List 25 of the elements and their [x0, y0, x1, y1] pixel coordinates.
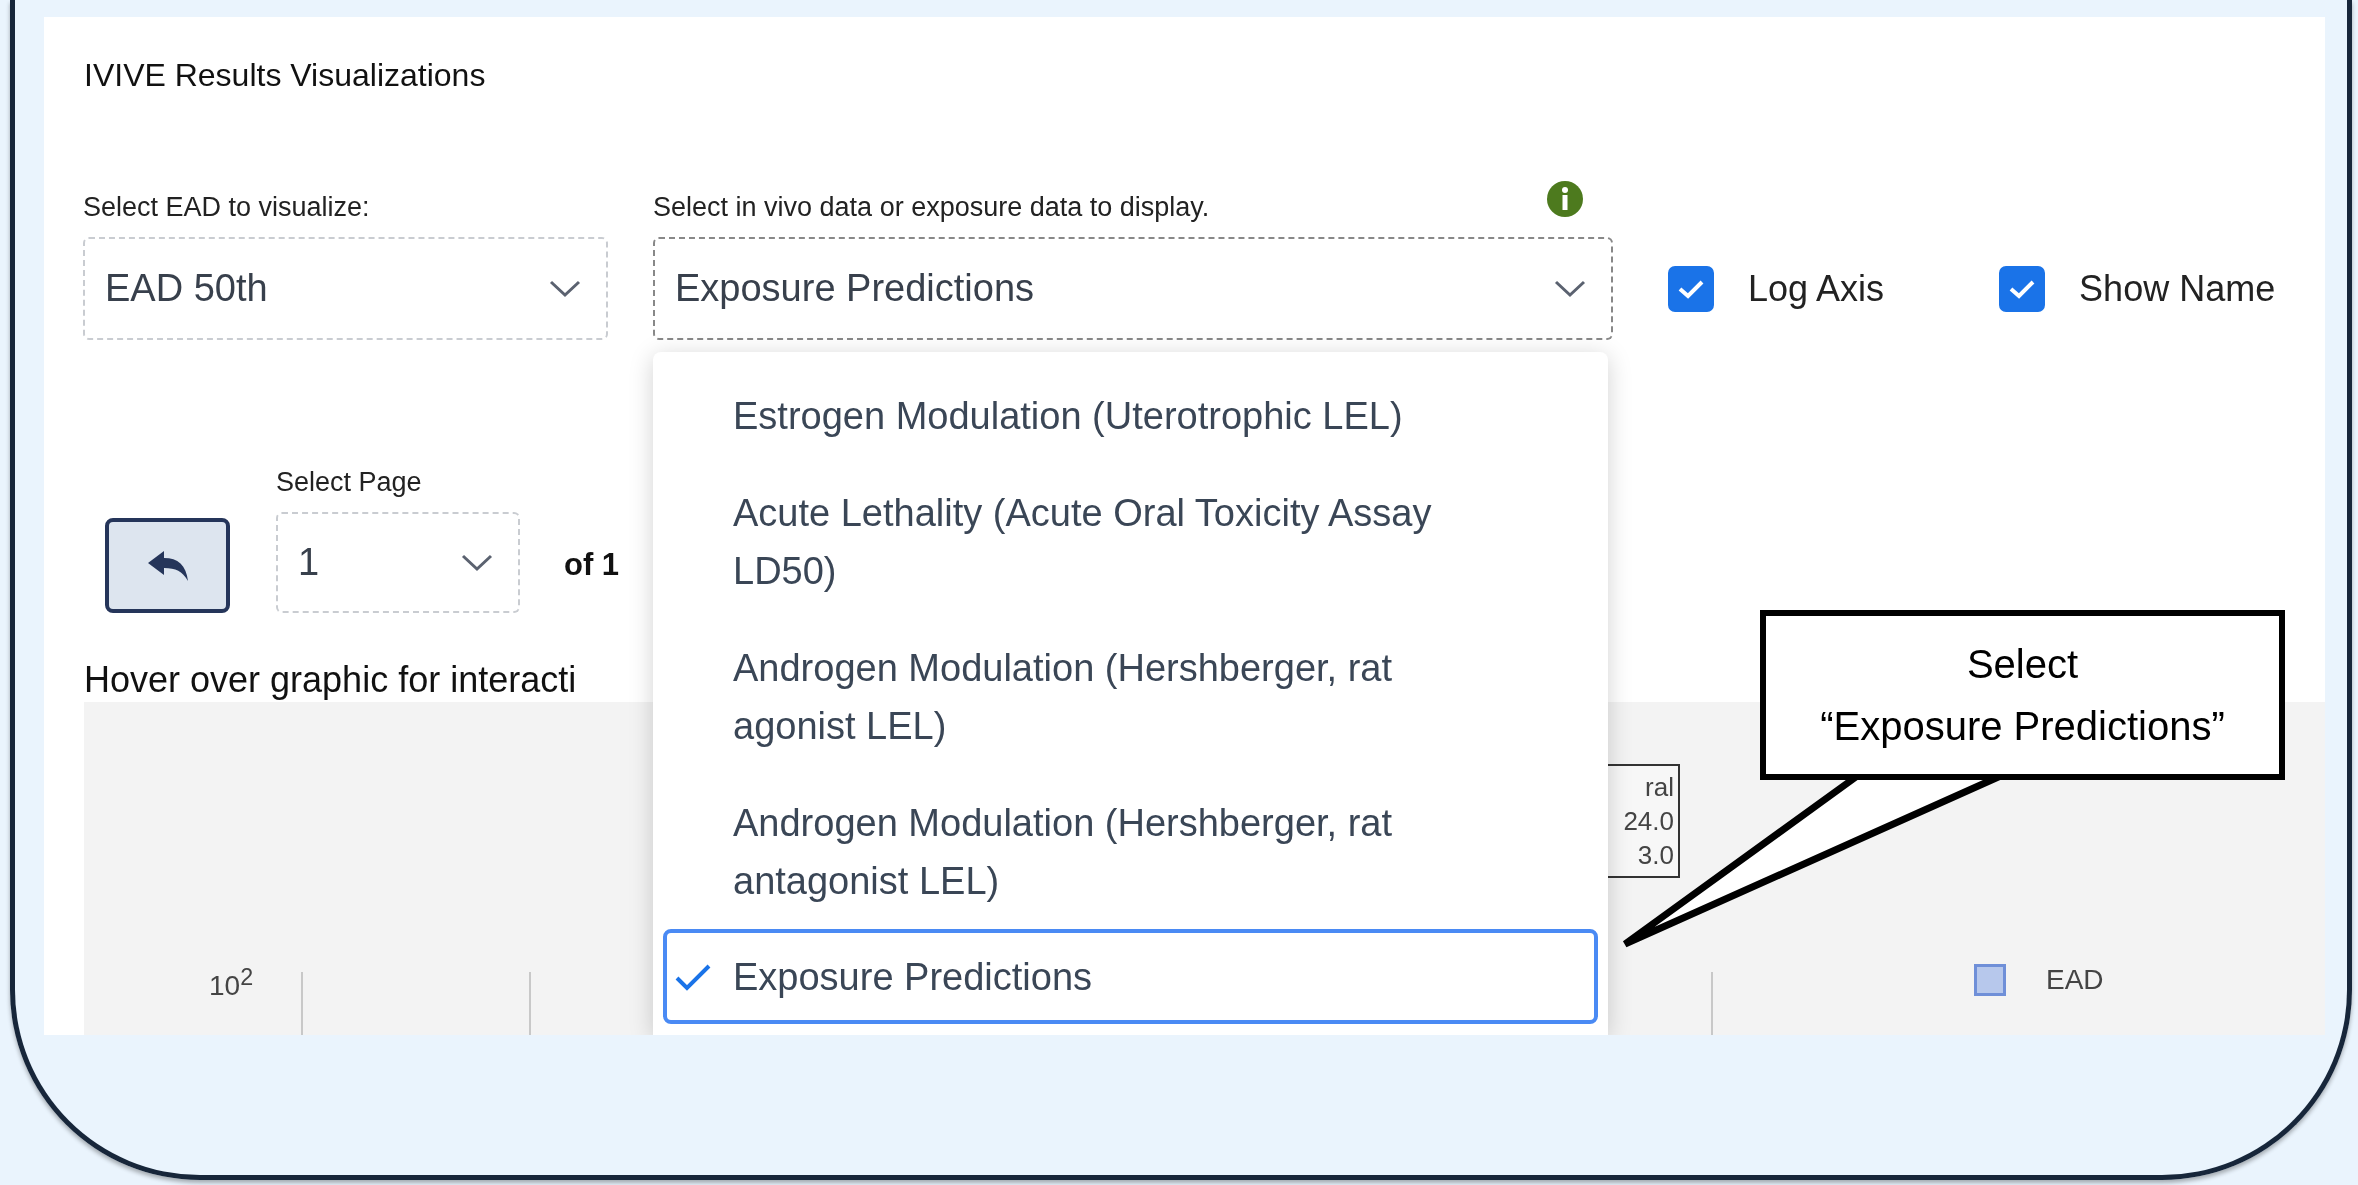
select-label: Select Page [276, 466, 422, 498]
checkbox-label[interactable]: Log Axis [1748, 267, 1885, 310]
ead-select[interactable]: EAD 50th [83, 237, 608, 340]
page-total: of 1 [564, 547, 620, 583]
dropdown-option[interactable]: Acute Lethality (Acute Oral Toxicity Assay LD50) [653, 464, 1608, 619]
dropdown-option[interactable]: Exposure Predictions [663, 929, 1598, 1024]
chevron-down-icon [460, 552, 494, 573]
select-label: Select EAD to visualize: [83, 191, 370, 223]
axis-tick-label: 10$^{2}$ [209, 964, 254, 1003]
data-select[interactable]: Exposure Predictions [653, 237, 1613, 340]
hint-text: Hover over graphic for interacti [84, 658, 578, 702]
callout: Select “Exposure Predictions” [1760, 610, 2285, 780]
select-label: Select in vivo data or exposure data to display. [653, 191, 1210, 223]
chevron-down-icon [1553, 278, 1587, 299]
checkbox-label[interactable]: Show Name [2079, 267, 2276, 310]
info-icon[interactable] [1547, 181, 1583, 217]
checkbox[interactable] [1999, 265, 2046, 312]
chevron-down-icon [548, 278, 582, 299]
dropdown-option[interactable]: Estrogen Modulation (Uterotrophic LEL) [653, 367, 1608, 464]
legend-label: EAD [2046, 964, 2104, 996]
back-button[interactable] [105, 518, 230, 613]
panel-title: IVIVE Results Visualizations [84, 56, 487, 95]
legend-swatch [1974, 964, 2006, 996]
page-select[interactable]: 1 [276, 512, 520, 613]
checkbox[interactable] [1668, 265, 1714, 312]
